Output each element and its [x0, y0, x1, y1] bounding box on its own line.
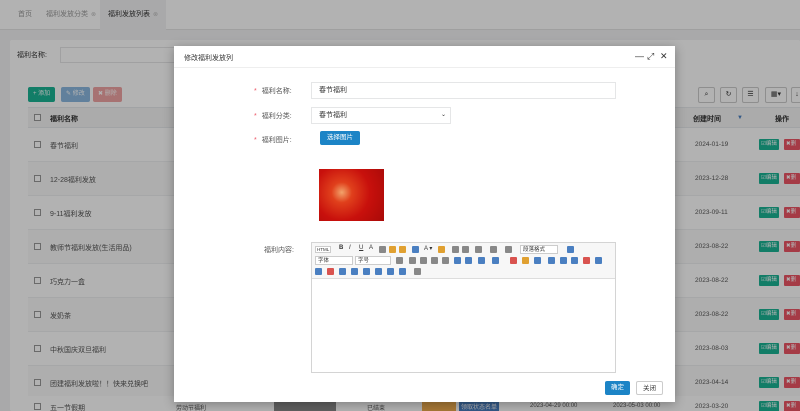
- insert-image-icon[interactable]: [510, 257, 517, 264]
- name-input[interactable]: 春节福利: [311, 82, 616, 99]
- cell-right-icon[interactable]: [363, 268, 370, 275]
- chevron-down-icon: ⌄: [440, 112, 446, 118]
- modal-title: 修改福利发放列: [184, 55, 233, 62]
- required-mark: *: [254, 137, 257, 144]
- search-replace-icon[interactable]: [414, 268, 421, 275]
- split-cells-icon[interactable]: [327, 268, 334, 275]
- image-center-icon[interactable]: [465, 257, 472, 264]
- list-icon[interactable]: [475, 246, 482, 253]
- name-label: * 福利名称:: [254, 86, 292, 96]
- eraser-icon[interactable]: [379, 246, 386, 253]
- content-label: 福利内容:: [264, 247, 294, 254]
- category-select-value: 春节福利: [319, 112, 347, 119]
- delete-row-icon[interactable]: [583, 257, 590, 264]
- bold-icon[interactable]: B: [339, 245, 343, 251]
- modal-footer: 确定 关闭: [174, 375, 675, 402]
- attachment-icon[interactable]: [534, 257, 541, 264]
- minimize-icon[interactable]: —: [635, 51, 644, 61]
- cell-bottom-icon[interactable]: [387, 268, 394, 275]
- close-icon[interactable]: ✕: [660, 51, 668, 62]
- select-image-button[interactable]: 选择图片: [320, 131, 360, 145]
- paragraph-format-select[interactable]: 段落格式: [520, 245, 558, 254]
- table-icon[interactable]: [560, 257, 567, 264]
- image-none-icon[interactable]: [492, 257, 499, 264]
- modal-header: 修改福利发放列 — ⤢ ✕: [174, 46, 675, 68]
- link-icon[interactable]: [548, 257, 555, 264]
- image-label: * 福利图片:: [254, 135, 292, 145]
- category-label-text: 福利分类:: [261, 113, 292, 120]
- image-right-icon[interactable]: [478, 257, 485, 264]
- highlight-icon[interactable]: [438, 246, 445, 253]
- align-justify-icon[interactable]: [442, 257, 449, 264]
- italic-icon[interactable]: I: [349, 245, 351, 251]
- align-left-icon[interactable]: [409, 257, 416, 264]
- clear-format-icon[interactable]: [396, 257, 403, 264]
- font-size-select[interactable]: 字号: [355, 256, 391, 265]
- fullscreen-icon[interactable]: [567, 246, 574, 253]
- cell-center-icon[interactable]: [351, 268, 358, 275]
- required-mark: *: [254, 113, 257, 120]
- category-select[interactable]: 春节福利 ⌄: [311, 107, 451, 124]
- cell-top-icon[interactable]: [375, 268, 382, 275]
- insert-row-icon[interactable]: [571, 257, 578, 264]
- superscript-icon[interactable]: [452, 246, 459, 253]
- insert-video-icon[interactable]: [522, 257, 529, 264]
- heading-icon[interactable]: [490, 246, 497, 253]
- close-button[interactable]: 关闭: [636, 381, 663, 395]
- maximize-icon[interactable]: ⤢: [647, 51, 654, 62]
- format-painter-icon[interactable]: [399, 246, 406, 253]
- rich-text-editor: HTML B I U A A ▾ 段落格式 字体 字号: [311, 242, 616, 373]
- image-label-text: 福利图片:: [261, 137, 292, 144]
- confirm-button[interactable]: 确定: [605, 381, 630, 395]
- cell-left-icon[interactable]: [339, 268, 346, 275]
- border-icon[interactable]: A: [369, 245, 373, 251]
- font-color-icon[interactable]: A ▾: [424, 245, 432, 252]
- html-source-button[interactable]: HTML: [315, 246, 332, 253]
- line-height-icon[interactable]: [505, 246, 512, 253]
- align-right-icon[interactable]: [431, 257, 438, 264]
- required-mark: *: [254, 88, 257, 95]
- editor-toolbar: HTML B I U A A ▾ 段落格式 字体 字号: [312, 243, 615, 279]
- name-label-text: 福利名称:: [261, 88, 292, 95]
- category-label: * 福利分类:: [254, 111, 292, 121]
- underline-icon[interactable]: U: [359, 245, 363, 251]
- template-icon[interactable]: [412, 246, 419, 253]
- editor-content-area[interactable]: [312, 279, 615, 372]
- font-family-select[interactable]: 字体: [315, 256, 353, 265]
- edit-modal: 修改福利发放列 — ⤢ ✕ * 福利名称: 春节福利 * 福利分类: 春节福利 ⌄ …: [174, 46, 675, 402]
- align-center-icon[interactable]: [420, 257, 427, 264]
- welfare-image-preview: [319, 169, 384, 221]
- merge-cells-icon[interactable]: [315, 268, 322, 275]
- brush-icon[interactable]: [389, 246, 396, 253]
- image-left-icon[interactable]: [454, 257, 461, 264]
- table-props-icon[interactable]: [399, 268, 406, 275]
- insert-col-icon[interactable]: [595, 257, 602, 264]
- subscript-icon[interactable]: [462, 246, 469, 253]
